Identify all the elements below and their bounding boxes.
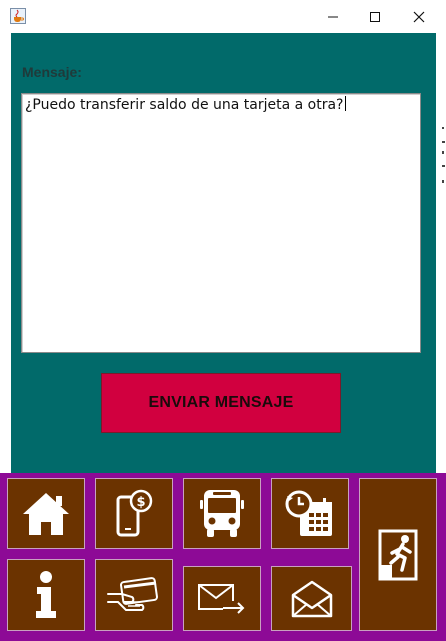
card-payment-icon: [106, 572, 162, 618]
minimize-button[interactable]: [310, 0, 355, 33]
close-button[interactable]: [396, 0, 441, 33]
open-mail-icon: [290, 579, 334, 619]
window-frame-right: [436, 33, 446, 473]
info-icon: [31, 570, 61, 620]
exit-button[interactable]: [359, 478, 437, 631]
schedule-button[interactable]: [271, 478, 349, 549]
text-caret: [344, 96, 346, 111]
mobile-payment-icon: $: [114, 489, 154, 539]
info-button[interactable]: [7, 559, 85, 631]
home-button[interactable]: [7, 478, 85, 549]
background-window-edge: [440, 125, 446, 195]
message-textarea[interactable]: ¿Puedo transferir saldo de una tarjeta a…: [21, 93, 421, 353]
svg-text:$: $: [136, 495, 145, 510]
open-mail-button[interactable]: [271, 566, 352, 631]
message-text: ¿Puedo transferir saldo de una tarjeta a…: [25, 97, 344, 113]
card-payment-button[interactable]: [95, 559, 173, 631]
bus-icon: [199, 488, 245, 540]
title-bar: [0, 0, 446, 33]
schedule-calendar-icon: [284, 488, 336, 540]
java-cup-icon: [10, 8, 26, 24]
maximize-button[interactable]: [352, 0, 397, 33]
window-frame-left: [0, 33, 11, 473]
send-mail-icon: [197, 581, 247, 617]
home-icon: [21, 491, 71, 537]
bus-button[interactable]: [183, 478, 261, 549]
message-label: Mensaje:: [22, 64, 82, 80]
exit-icon: [378, 529, 418, 581]
send-message-button[interactable]: ENVIAR MENSAJE: [101, 373, 341, 433]
send-mail-button[interactable]: [183, 566, 261, 631]
mobile-payment-button[interactable]: $: [95, 478, 173, 549]
